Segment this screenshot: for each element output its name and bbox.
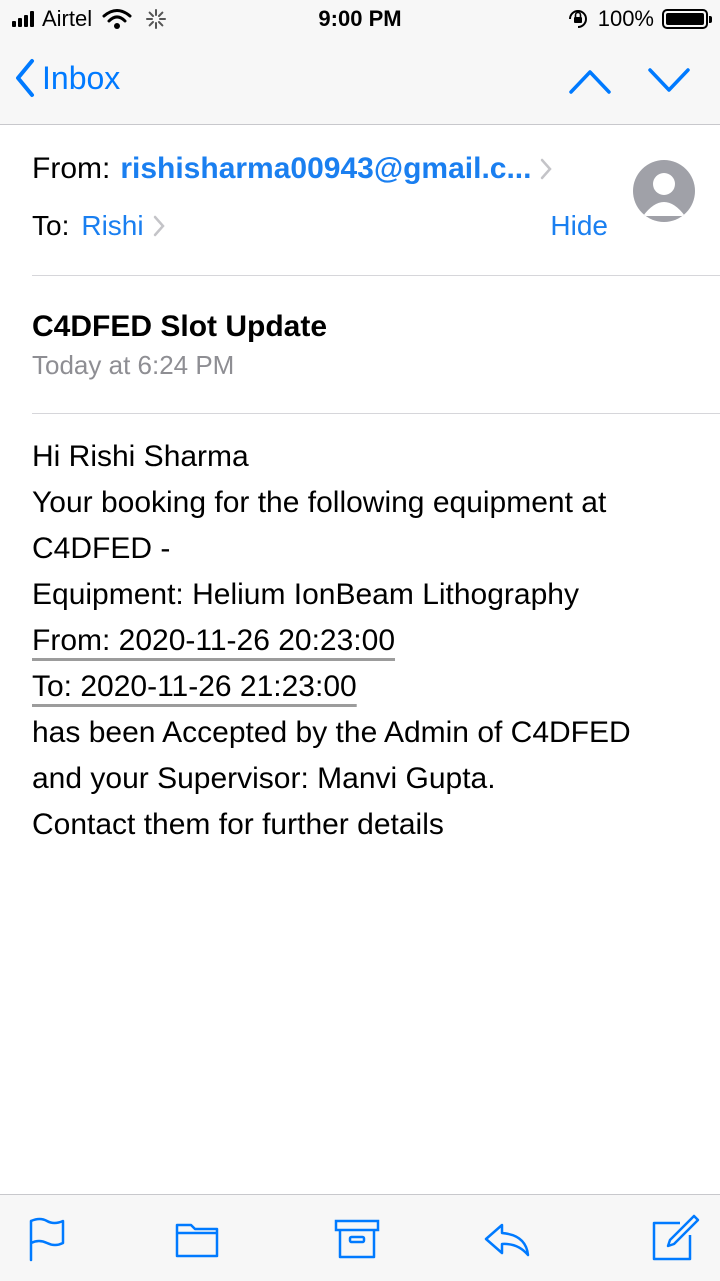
archive-icon[interactable] bbox=[332, 1213, 382, 1263]
folder-icon[interactable] bbox=[172, 1213, 222, 1263]
person-icon bbox=[643, 173, 685, 216]
battery-icon bbox=[662, 9, 712, 29]
body-line: Contact them for further details bbox=[32, 808, 444, 841]
chevron-right-icon bbox=[541, 158, 553, 180]
back-button[interactable]: Inbox bbox=[14, 58, 120, 98]
sender-email[interactable]: rishisharma00943@gmail.c... bbox=[120, 152, 531, 186]
nav-bar: Inbox bbox=[0, 40, 720, 125]
sender-avatar[interactable] bbox=[633, 160, 695, 222]
from-row[interactable]: From: rishisharma00943@gmail.c... bbox=[32, 152, 612, 186]
status-bar: Airtel 9:00 PM 100% bbox=[0, 0, 720, 40]
to-label: To: bbox=[32, 210, 70, 241]
body-line: Equipment: Helium IonBeam Lithography bbox=[32, 578, 579, 611]
to-datetime-link[interactable]: To: 2020-11-26 21:23:00 bbox=[32, 670, 357, 703]
chevron-right-icon bbox=[153, 215, 165, 237]
flag-icon[interactable] bbox=[22, 1213, 72, 1263]
battery-percent: 100% bbox=[597, 6, 654, 31]
next-message-down-icon[interactable] bbox=[647, 64, 691, 98]
body-line: and your Supervisor: Manvi Gupta. bbox=[32, 762, 496, 795]
from-datetime-link[interactable]: From: 2020-11-26 20:23:00 bbox=[32, 624, 395, 657]
status-right: 100% bbox=[566, 6, 712, 32]
bottom-toolbar bbox=[0, 1194, 720, 1281]
recipient-name[interactable]: Rishi bbox=[81, 210, 143, 242]
header-divider bbox=[32, 275, 720, 276]
to-row[interactable]: To: Rishi bbox=[32, 210, 166, 242]
body-line: Your booking for the following equipment… bbox=[32, 486, 607, 519]
subject-divider bbox=[32, 413, 720, 414]
message-body: Hi Rishi Sharma Your booking for the fol… bbox=[32, 434, 702, 848]
message-date: Today at 6:24 PM bbox=[32, 350, 235, 380]
body-line: has been Accepted by the Admin of C4DFED bbox=[32, 716, 631, 749]
body-line: Hi Rishi Sharma bbox=[32, 440, 249, 473]
message-subject: C4DFED Slot Update bbox=[32, 310, 328, 343]
hide-details-button[interactable]: Hide bbox=[550, 210, 608, 242]
body-line: C4DFED - bbox=[32, 532, 171, 565]
orientation-lock-icon bbox=[568, 10, 587, 28]
back-label: Inbox bbox=[42, 59, 121, 96]
compose-icon[interactable] bbox=[650, 1213, 700, 1263]
from-label: From: bbox=[32, 152, 111, 185]
chevron-left-icon bbox=[16, 59, 34, 97]
previous-message-up-icon[interactable] bbox=[568, 64, 612, 98]
reply-icon[interactable] bbox=[482, 1213, 532, 1263]
